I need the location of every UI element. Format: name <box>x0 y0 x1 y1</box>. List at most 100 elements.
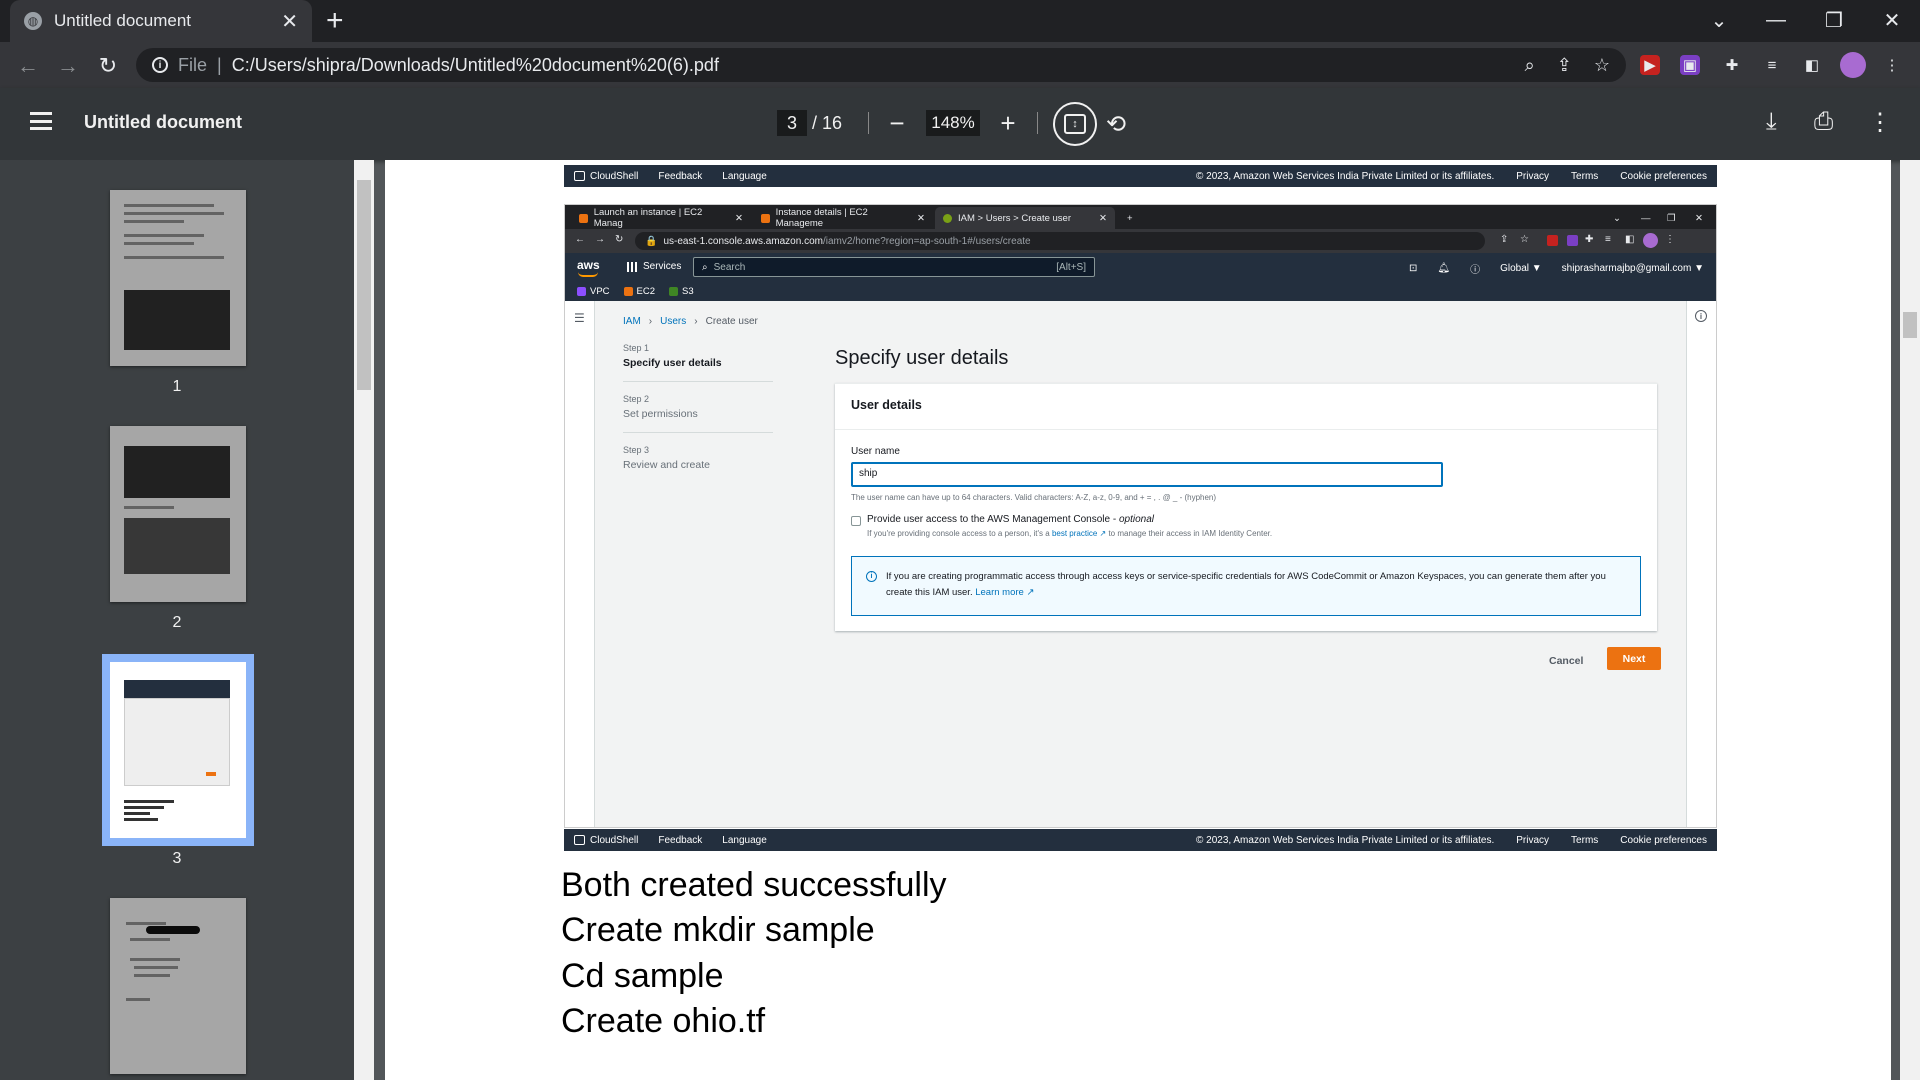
document-scrollbar[interactable] <box>1900 160 1920 1080</box>
address-bar[interactable]: i File | C:/Users/shipra/Downloads/Untit… <box>136 48 1626 82</box>
hamburger-icon[interactable]: ☰ <box>574 311 585 325</box>
info-panel-icon[interactable]: i <box>1695 310 1707 322</box>
browser-menu-icon[interactable]: ⋮ <box>1665 234 1675 245</box>
minimize-button[interactable]: — <box>1633 207 1659 229</box>
terms-link[interactable]: Terms <box>1571 171 1598 182</box>
print-icon[interactable]: ⎙ <box>1814 108 1833 136</box>
share-icon[interactable]: ⇪ <box>1557 55 1572 76</box>
back-icon[interactable]: ← <box>12 50 44 82</box>
extension-red-icon[interactable] <box>1547 235 1558 246</box>
reload-icon[interactable]: ↻ <box>615 234 623 245</box>
terms-link[interactable]: Terms <box>1571 835 1598 846</box>
bookmark-star-icon[interactable]: ☆ <box>1594 55 1610 76</box>
share-icon[interactable]: ⇪ <box>1500 234 1508 245</box>
page-number-input[interactable]: 3 <box>777 110 807 136</box>
zoom-in-button[interactable]: + <box>993 108 1023 138</box>
best-practice-link[interactable]: best practice <box>1052 529 1097 538</box>
language-link[interactable]: Language <box>722 171 767 182</box>
document-scrollbar-thumb[interactable] <box>1903 312 1917 338</box>
wizard-step-2[interactable]: Step 2 Set permissions <box>623 394 773 433</box>
new-tab-button[interactable]: + <box>1119 207 1141 229</box>
close-tab-icon[interactable]: ✕ <box>917 213 925 224</box>
cloudshell-link[interactable]: CloudShell <box>574 171 638 182</box>
language-link[interactable]: Language <box>722 835 767 846</box>
cancel-button[interactable]: Cancel <box>1549 655 1583 667</box>
favorite-s3[interactable]: S3 <box>669 286 694 297</box>
back-icon[interactable]: ← <box>575 234 585 245</box>
inner-tab[interactable]: Instance details | EC2 Manageme ✕ <box>753 207 933 229</box>
cloudshell-icon[interactable]: ⊡ <box>1409 263 1417 274</box>
sidebar-scrollbar[interactable] <box>354 160 374 1080</box>
extension-purple-icon[interactable]: ▣ <box>1680 55 1700 75</box>
reload-icon[interactable]: ↻ <box>92 50 124 82</box>
sidebar-menu-icon[interactable] <box>30 112 52 130</box>
next-button[interactable]: Next <box>1607 647 1661 670</box>
region-selector[interactable]: Global ▼ <box>1500 263 1542 274</box>
extension-red-icon[interactable]: ▶ <box>1640 55 1660 75</box>
extensions-puzzle-icon[interactable]: ✚ <box>1720 53 1744 77</box>
privacy-link[interactable]: Privacy <box>1516 835 1549 846</box>
aws-logo[interactable]: aws <box>577 258 600 277</box>
page-thumbnail-3[interactable] <box>102 654 254 846</box>
sidebar-scrollbar-thumb[interactable] <box>357 180 371 390</box>
zoom-icon[interactable]: ⌕ <box>1525 55 1535 76</box>
fit-page-button[interactable]: ↕ <box>1053 102 1097 146</box>
services-menu[interactable]: Services <box>627 261 681 272</box>
restore-button[interactable]: ❐ <box>1659 207 1684 229</box>
media-control-icon[interactable]: ≡ <box>1760 53 1784 77</box>
breadcrumb-users[interactable]: Users <box>660 316 686 327</box>
browser-tab[interactable]: ◍ Untitled document ✕ <box>10 0 312 42</box>
cloudshell-link[interactable]: CloudShell <box>574 835 638 846</box>
learn-more-link[interactable]: Learn more <box>975 587 1024 598</box>
close-tab-icon[interactable]: ✕ <box>281 9 298 34</box>
breadcrumb-iam[interactable]: IAM <box>623 316 641 327</box>
favorite-ec2[interactable]: EC2 <box>623 286 655 297</box>
inner-tab[interactable]: Launch an instance | EC2 Manag ✕ <box>571 207 751 229</box>
side-panel-icon[interactable]: ◧ <box>1800 53 1824 77</box>
feedback-link[interactable]: Feedback <box>658 171 702 182</box>
download-icon[interactable]: ⤓ <box>1766 108 1777 136</box>
close-window-button[interactable]: ✕ <box>1872 0 1912 40</box>
profile-avatar[interactable] <box>1643 233 1658 248</box>
privacy-link[interactable]: Privacy <box>1516 171 1549 182</box>
wizard-step-1[interactable]: Step 1 Specify user details <box>623 343 773 382</box>
bookmark-star-icon[interactable]: ☆ <box>1520 234 1529 245</box>
profile-avatar[interactable] <box>1840 52 1866 78</box>
username-input[interactable]: ship <box>851 462 1443 487</box>
page-thumbnail-1[interactable] <box>110 190 246 366</box>
inner-address-bar[interactable]: 🔒 us-east-1.console.aws.amazon.com/iamv2… <box>635 232 1485 250</box>
inner-tab-active[interactable]: IAM > Users > Create user ✕ <box>935 207 1115 229</box>
rotate-button[interactable]: ⟲ <box>1106 110 1126 139</box>
extensions-puzzle-icon[interactable]: ✚ <box>1585 234 1593 245</box>
restore-button[interactable]: ❐ <box>1814 0 1854 40</box>
extension-purple-icon[interactable] <box>1567 235 1578 246</box>
more-options-icon[interactable]: ⋮ <box>1868 108 1892 137</box>
page-thumbnail-2[interactable] <box>110 426 246 602</box>
notifications-bell-icon[interactable]: 🔔︎ <box>1437 263 1450 274</box>
tab-search-icon[interactable]: ⌄ <box>1605 207 1629 229</box>
zoom-level-input[interactable]: 148% <box>926 110 980 136</box>
wizard-step-3[interactable]: Step 3 Review and create <box>623 445 773 483</box>
new-tab-button[interactable]: + <box>326 4 344 38</box>
page-thumbnail-4[interactable] <box>110 898 246 1074</box>
close-tab-icon[interactable]: ✕ <box>735 213 743 224</box>
aws-search-input[interactable]: ⌕ Search [Alt+S] <box>693 257 1095 277</box>
cookie-preferences-link[interactable]: Cookie preferences <box>1620 171 1707 182</box>
forward-icon[interactable]: → <box>52 50 84 82</box>
console-access-checkbox[interactable] <box>851 516 861 526</box>
feedback-link[interactable]: Feedback <box>658 835 702 846</box>
favorite-vpc[interactable]: VPC <box>577 286 610 297</box>
cookie-preferences-link[interactable]: Cookie preferences <box>1620 835 1707 846</box>
tab-search-icon[interactable]: ⌄ <box>1699 0 1739 40</box>
account-menu[interactable]: shiprasharmajbp@gmail.com ▼ <box>1562 263 1704 274</box>
zoom-out-button[interactable]: − <box>882 108 912 138</box>
media-control-icon[interactable]: ≡ <box>1605 234 1611 245</box>
close-window-button[interactable]: ✕ <box>1687 207 1711 229</box>
close-tab-icon[interactable]: ✕ <box>1099 213 1107 224</box>
browser-menu-icon[interactable]: ⋮ <box>1880 53 1904 77</box>
forward-icon[interactable]: → <box>595 234 605 245</box>
info-icon[interactable]: i <box>152 57 168 73</box>
help-icon[interactable]: ⓘ <box>1470 261 1480 276</box>
minimize-button[interactable]: — <box>1756 0 1796 40</box>
side-panel-icon[interactable]: ◧ <box>1625 234 1634 245</box>
